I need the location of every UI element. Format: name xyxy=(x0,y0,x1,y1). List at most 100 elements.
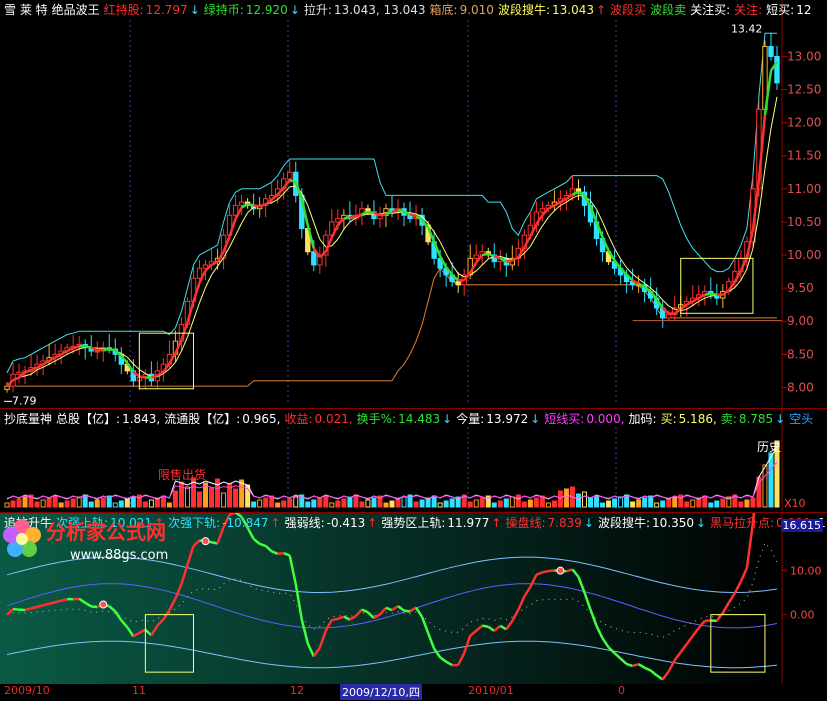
ma-yellow-line xyxy=(770,96,778,129)
volume-bar xyxy=(233,488,239,508)
osc-header-arrow-5: ↓ xyxy=(583,516,594,530)
ma-yellow-line xyxy=(704,295,711,299)
price-header-label-5: 箱底: xyxy=(429,3,458,17)
volume-bar xyxy=(551,500,557,508)
osc-header-item-4: 强势区上轨: 11.977 ↑ xyxy=(381,516,503,530)
volume-bar xyxy=(762,464,768,508)
volume-header-label-4: 换手%: xyxy=(356,412,397,426)
osc-header-arrow-4: ↑ xyxy=(491,516,502,530)
volume-bar xyxy=(606,500,612,508)
ma-yellow-line xyxy=(241,212,249,224)
price-header-label-4: 拉升: xyxy=(303,3,332,17)
x-tick-dec: 12 xyxy=(290,684,304,697)
ma-yellow-line xyxy=(433,231,441,243)
volume-bar xyxy=(329,502,335,508)
price-header-arrow-3: ↓ xyxy=(289,3,300,17)
volume-bar xyxy=(473,499,479,508)
ma-yellow-line xyxy=(541,217,549,227)
volume-bar xyxy=(624,494,630,508)
osc-header-value-6: 10.350 xyxy=(651,516,694,530)
ma-yellow-line xyxy=(662,299,670,307)
volume-bar xyxy=(166,502,172,508)
ma-yellow-line xyxy=(451,264,459,274)
volume-bar xyxy=(443,500,449,508)
ma-yellow-line xyxy=(626,267,633,275)
volume-header-label-6: 短线买: xyxy=(544,412,585,426)
volume-bar xyxy=(293,496,299,508)
ma-yellow-line xyxy=(193,302,200,321)
price-header-label-7: 波段买 xyxy=(610,3,647,17)
candle-body xyxy=(238,201,245,206)
volume-bar xyxy=(575,493,581,508)
price-header-item-4: 拉升: 13.043, 13.043 xyxy=(304,3,428,17)
volume-bar xyxy=(341,498,347,508)
ma-yellow-line xyxy=(475,264,483,272)
volume-bar xyxy=(70,498,76,508)
logo-url[interactable]: www.88gs.com xyxy=(70,548,168,563)
price-header-label-6: 波段搜牛: xyxy=(497,3,550,17)
price-header-item-10: 关注: xyxy=(734,3,764,17)
osc-header-label-7: 黑马拉升点: xyxy=(710,516,775,530)
ma-yellow-line xyxy=(199,287,206,303)
volume-bar xyxy=(401,496,407,508)
volume-header-item-9: 卖: 8.785 ↓ xyxy=(721,412,787,426)
oscillator-panel[interactable]: 10.000.00 追拉升牛次强上轨:10.021↑次强下轨:-10.847↑强… xyxy=(0,512,827,685)
volume-header-item-8: 买: 5.186, xyxy=(661,412,719,426)
price-header-value-11: 12 xyxy=(796,3,812,17)
volume-bar xyxy=(557,490,563,508)
candle-body xyxy=(335,218,341,223)
volume-header-arrow-9: ↓ xyxy=(775,412,786,426)
volume-bar xyxy=(100,497,106,508)
volume-bar xyxy=(654,502,660,508)
price-header-label-3: 绿持币: xyxy=(203,3,244,17)
operation-line xyxy=(36,604,44,609)
volume-header-label-9: 卖: xyxy=(720,412,737,426)
date-axis[interactable]: 2009/10 11 12 2009/12/10,四 2010/01 0 xyxy=(0,684,827,701)
price-chart[interactable]: 13.00 12.50 12.00 11.50 11.00 10.50 10.00 9.50 9… xyxy=(0,0,827,408)
volume-bar xyxy=(239,479,245,508)
volume-bar xyxy=(612,498,618,508)
price-panel[interactable]: 13.00 12.50 12.00 11.50 11.00 10.50 10.00 9.50 9… xyxy=(0,0,827,408)
volume-bar xyxy=(22,496,28,508)
osc-header-arrow-3: ↑ xyxy=(367,516,378,530)
volume-header-item-3: 收益: 0.021, xyxy=(284,412,354,426)
volume-header-arrow-5: ↓ xyxy=(530,412,541,426)
ma-yellow-line xyxy=(439,241,447,254)
volume-header-label-8: 买: xyxy=(660,412,677,426)
volume-bar xyxy=(46,497,52,508)
trend-line xyxy=(482,252,489,257)
operation-line xyxy=(632,662,639,668)
volume-bar xyxy=(371,497,377,508)
osc-header-arrow-6: ↓ xyxy=(695,516,707,530)
volume-panel[interactable]: 限售出货 历史 X10 抄底量神 总股【亿】: 1.843, 流通股【亿】: 0.965, 收… xyxy=(0,408,827,511)
volume-bar xyxy=(94,499,100,508)
volume-bar xyxy=(690,499,696,508)
volume-bar xyxy=(419,499,425,508)
price-header-label-8: 波段卖 xyxy=(650,3,687,17)
candle-body xyxy=(94,350,100,353)
volume-bar xyxy=(714,500,720,508)
osc-header-value-4: 11.977 xyxy=(447,516,490,530)
price-header-item-5: 箱底: 9.010 xyxy=(430,3,496,17)
volume-bar xyxy=(209,487,215,508)
volume-bar xyxy=(563,488,569,508)
volume-header-item-4: 换手%: 14.483 ↓ xyxy=(357,412,455,426)
trend-line xyxy=(343,216,351,220)
operation-line xyxy=(54,599,62,604)
volume-bar xyxy=(545,502,551,508)
price-header-label-10: 关注: xyxy=(734,3,763,17)
osc-header-value-5: 7.839 xyxy=(547,516,582,530)
volume-bar xyxy=(4,502,10,508)
ma-yellow-line xyxy=(481,258,489,266)
volume-bar xyxy=(630,501,636,508)
trend-line xyxy=(511,256,519,262)
volume-bar xyxy=(16,498,22,508)
volume-bar xyxy=(467,501,473,508)
price-header: 雪 莱 特绝品波王 红持股: 12.797 ↓ 绿持币: 12.920 ↓ 拉升: 13.043… xyxy=(4,2,816,18)
volume-bar xyxy=(503,498,509,508)
trend-line xyxy=(139,375,146,379)
osc-y-tick: 10.00 xyxy=(790,564,822,577)
volume-header-item-0: 抄底量神 xyxy=(4,412,54,426)
volume-header-value-9: 8.785 xyxy=(738,412,774,426)
osc-header-label-5: 操盘线: xyxy=(505,516,546,530)
